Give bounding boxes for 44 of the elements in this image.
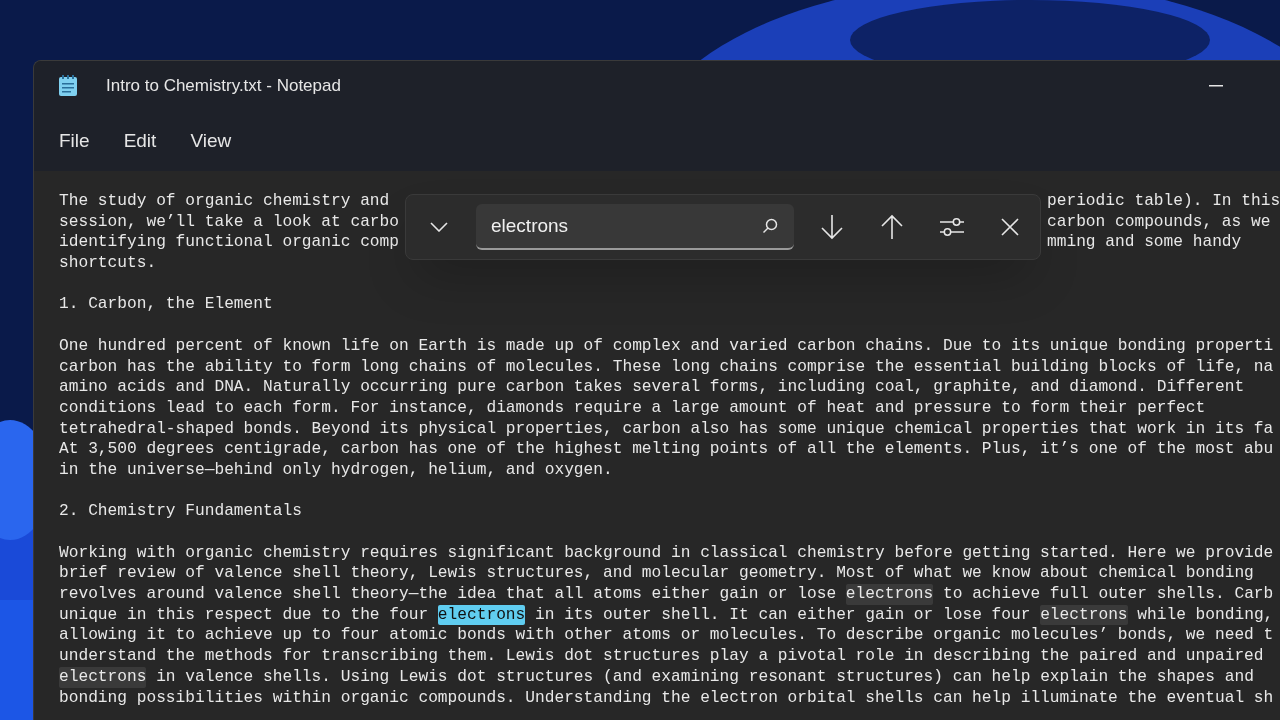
text-fragment: in valence shells. Using Lewis dot structures (and examining resonant structures) can help explain the shapes and: [155, 666, 1254, 688]
text-fragment: revolves around valence shell theory—the idea that all atoms either gain or lose: [59, 584, 838, 605]
text-line: amino acids and DNA. Naturally occurring pure carbon takes several forms, including coal, graphite, and diamond. Different: [59, 377, 1246, 398]
text-line: mming and some handy: [1047, 232, 1242, 254]
sliders-icon: [939, 217, 965, 237]
text-line: identifying functional organic comp: [59, 233, 399, 252]
text-fragment: while bonding,: [1136, 604, 1274, 626]
text-line: periodic table). In this: [1047, 191, 1280, 212]
text-line: At 3,500 degrees centigrade, carbon has one of the highest melting points of all the elements. Plus, it’s one of the most abu: [59, 439, 1275, 460]
text-line: 1. Carbon, the Element: [59, 294, 274, 316]
chevron-down-icon: [430, 222, 448, 232]
text-line: carbon compounds, as we: [1047, 211, 1271, 233]
text-fragment: in its outer shell. It can either gain or lose four: [534, 604, 1032, 626]
text-fragment: unique in this respect due to the four: [59, 604, 430, 626]
arrow-down-icon: [820, 214, 844, 240]
text-line: One hundred percent of known life on Earth is made up of complex and varied carbon chains. Due to its unique bonding properti: [59, 335, 1275, 357]
text-line: 2. Chemistry Fundamentals: [59, 501, 303, 522]
notepad-icon: [58, 75, 78, 97]
search-match: electrons: [845, 584, 934, 605]
text-line: allowing it to achieve up to four atomic bonds with other atoms or molecules. To describe organic molecules’ bonds, we need t: [59, 625, 1275, 647]
menu-item[interactable]: Edit: [110, 120, 170, 162]
text-line: carbon has the ability to form long chains of molecules. These long chains comprise the essential building blocks of life, na: [59, 356, 1275, 378]
text-line: brief review of valence shell theory, Lewis structures, and molecular geometry. Most of what we know about chemical bonding: [59, 563, 1255, 585]
text-line: conditions lead to each form. For instance, diamonds require a large amount of heat and pressure to form their perfect: [59, 397, 1207, 419]
menu-item[interactable]: View: [177, 120, 245, 162]
search-icon[interactable]: [762, 218, 778, 234]
text-fragment: to achieve full outer shells. Carb: [942, 584, 1274, 605]
text-line: The study of organic chemistry and: [59, 192, 391, 210]
text-line: understand the methods for transcribing them. Lewis dot structures play a pivotal role in describing the paired and unpaired: [59, 646, 1265, 667]
arrow-up-icon: [880, 214, 904, 240]
text-line: Working with organic chemistry requires significant background in classical chemistry before getting started. Here we provide: [59, 542, 1275, 564]
search-match: electrons: [437, 604, 526, 626]
search-match: electrons: [1040, 604, 1128, 626]
minimize-icon: [1209, 85, 1223, 87]
search-field[interactable]: electrons: [476, 204, 794, 250]
close-icon: [1001, 218, 1019, 236]
text-line: tetrahedral-shaped bonds. Beyond its physical properties, carbon also has some unique chemical properties that work in its fa: [59, 418, 1275, 440]
menu-item[interactable]: File: [46, 120, 103, 162]
text-line: bonding possibilities within organic compounds. Understanding the electron orbital shells can help illuminate the eventual sh: [59, 687, 1275, 709]
search-match: electrons: [59, 666, 147, 688]
text-line: shortcuts.: [59, 253, 158, 274]
text-line: in the universe—behind only hydrogen, helium, and oxygen.: [59, 459, 614, 481]
window-title: Intro to Chemistry.txt - Notepad: [106, 75, 341, 98]
text-line: session, we’ll take a look at carbo: [59, 212, 399, 231]
